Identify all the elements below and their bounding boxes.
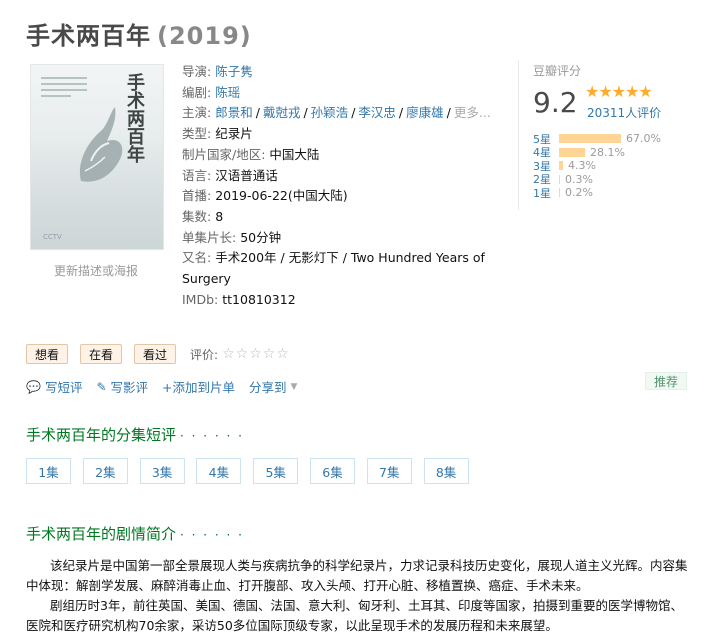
rating-distribution: 5星 67.0% 4星 28.1% 3星 4.3% 2星 0.3% 1星 0.2% xyxy=(533,132,661,200)
cast-link[interactable]: 郎景和 xyxy=(215,105,253,120)
watching-button[interactable]: 在看 xyxy=(80,344,123,364)
rating-votes-link[interactable]: 20311人评价 xyxy=(587,104,661,121)
watched-button[interactable]: 看过 xyxy=(134,344,177,364)
episode-button[interactable]: 6集 xyxy=(309,458,355,484)
episode-button[interactable]: 1集 xyxy=(26,458,71,484)
short-review-link[interactable]: 💬 写短评 xyxy=(26,377,82,396)
cast-link[interactable]: 李汉忠 xyxy=(358,105,396,120)
episode-button[interactable]: 5集 xyxy=(253,458,299,484)
episode-button[interactable]: 4集 xyxy=(196,458,242,484)
chevron-down-icon: ▼ xyxy=(290,381,298,392)
recommend-button[interactable]: 推荐 xyxy=(645,372,687,390)
episodes-value: 8 xyxy=(215,208,224,224)
episode-button[interactable]: 8集 xyxy=(423,458,469,484)
director-link[interactable]: 陈子隽 xyxy=(215,64,253,79)
release-value: 2019-06-22(中国大陆) xyxy=(215,188,348,204)
poster-channel-logo: CCTV xyxy=(43,233,62,241)
country-value: 中国大陆 xyxy=(269,146,320,162)
episode-button[interactable]: 7集 xyxy=(366,458,412,484)
share-link[interactable]: 分享到 ▼ xyxy=(249,377,297,396)
episode-button[interactable]: 3集 xyxy=(139,458,185,484)
writer-link[interactable]: 陈瑶 xyxy=(215,85,240,100)
rating-bar-fill xyxy=(559,174,560,184)
rating-score: 9.2 xyxy=(533,86,578,119)
cast-more-link[interactable]: 更多... xyxy=(454,105,491,120)
page-title: 手术两百年 (2019) xyxy=(26,16,252,51)
poster-hands-art xyxy=(79,107,123,182)
rating-bar-percent: 0.3% xyxy=(565,172,593,186)
action-bar: 想看 在看 看过 评价: ☆☆☆☆☆ xyxy=(26,344,290,364)
chat-icon: 💬 xyxy=(26,379,41,394)
summary-paragraph: 剧组历时3年，前往英国、美国、德国、法国、意大利、匈牙利、土耳其、印度等国家，拍… xyxy=(26,598,683,633)
rating-bar-fill xyxy=(559,147,585,157)
poster-image[interactable]: 手术两百年 CCTV xyxy=(30,64,164,250)
subject-info: 导演: 陈子隽 编剧: 陈瑶 主演: 郎景和 / 戴尅戎 / 孙颖浩 / 李汉忠 / 廖康雄 / 更… xyxy=(182,64,491,307)
summary-paragraph: 该纪录片是中国第一部全景展现人类与疾病抗争的科学纪录片，力求记录科技历史变化，展… xyxy=(26,558,688,593)
review-link[interactable]: ✎ 写影评 xyxy=(96,377,148,396)
cast-row: 主演: 郎景和 / 戴尅戎 / 孙颖浩 / 李汉忠 / 廖康雄 / 更多... xyxy=(182,105,491,121)
title-text: 手术两百年 xyxy=(26,22,151,50)
episodes-section-title: 手术两百年的分集短评 · · · · · · xyxy=(26,426,244,444)
add-list-link[interactable]: +添加到片单 xyxy=(162,377,235,396)
rating-bar-fill xyxy=(559,161,563,171)
ops-bar: 💬 写短评 ✎ 写影评 +添加到片单 分享到 ▼ xyxy=(26,377,311,396)
rating-bar-percent: 28.1% xyxy=(590,145,625,159)
summary-text: 该纪录片是中国第一部全景展现人类与疾病抗争的科学纪录片，力求记录科技历史变化，展… xyxy=(26,556,690,636)
imdb-value: tt10810312 xyxy=(222,291,296,307)
episode-list: 1集 2集 3集 4集 5集 6集 7集 8集 xyxy=(26,458,480,484)
poster-text-lines xyxy=(41,77,87,101)
want-button[interactable]: 想看 xyxy=(26,344,69,364)
runtime-value: 50分钟 xyxy=(240,229,282,245)
rate-label: 评价: xyxy=(190,347,219,362)
rating-bar-percent: 4.3% xyxy=(567,159,596,173)
pen-icon: ✎ xyxy=(96,379,107,394)
title-year: (2019) xyxy=(157,22,252,50)
rating-bar-fill xyxy=(559,134,621,144)
rating-bar-percent: 67.0% xyxy=(626,132,661,146)
summary-section-title: 手术两百年的剧情简介 · · · · · · xyxy=(26,525,244,543)
cast-link[interactable]: 孙颖浩 xyxy=(311,105,349,120)
rate-stars-input[interactable]: ☆☆☆☆☆ xyxy=(222,346,290,362)
update-poster-link[interactable]: 更新描述或海报 xyxy=(54,262,138,279)
rating-bar-label: 1星 xyxy=(533,186,551,200)
episode-button[interactable]: 2集 xyxy=(82,458,128,484)
language-value: 汉语普通话 xyxy=(215,167,278,183)
aka-value: 手术200年 / 无影灯下 / Two Hundred Years of Sur… xyxy=(182,250,485,287)
cast-link[interactable]: 戴尅戎 xyxy=(263,105,301,120)
rating-label: 豆瓣评分 xyxy=(533,64,582,78)
rating-panel: 豆瓣评分 9.2 ★★★★★ 20311人评价 5星 67.0% 4星 28.1% 3星… xyxy=(518,60,688,210)
rating-bar-percent: 0.2% xyxy=(565,186,593,200)
rating-bar-fill xyxy=(559,188,560,198)
genre-value: 纪录片 xyxy=(215,126,253,142)
rating-bar-row: 1星 0.2% xyxy=(533,186,661,200)
rating-stars-icon: ★★★★★ xyxy=(585,82,653,101)
cast-link[interactable]: 廖康雄 xyxy=(406,105,444,120)
